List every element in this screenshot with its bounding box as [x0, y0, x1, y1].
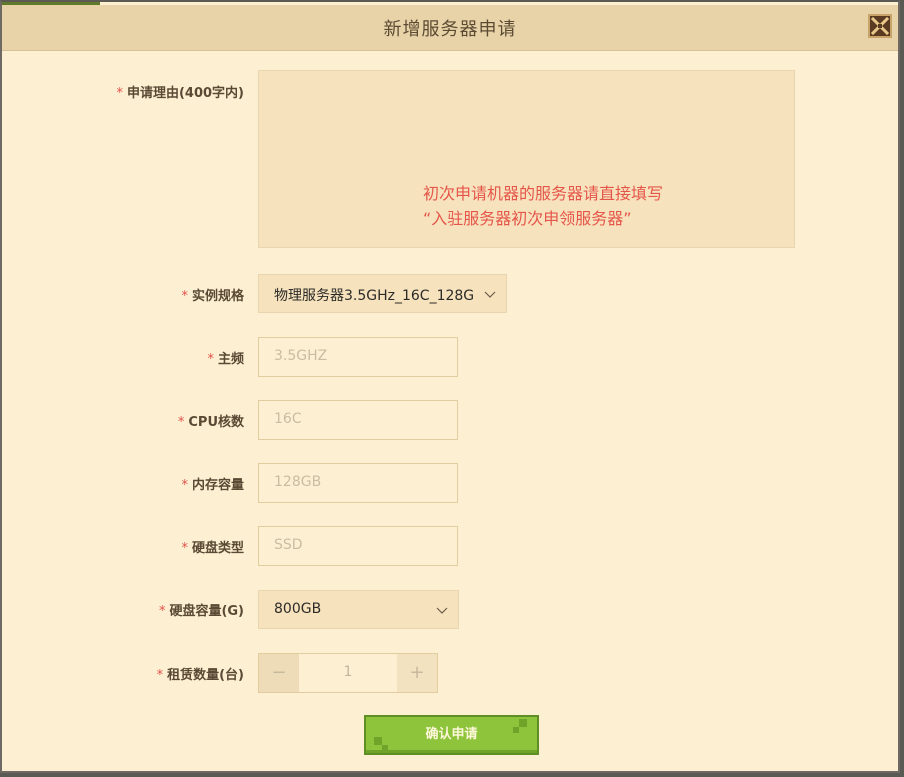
- decrement-button[interactable]: −: [259, 654, 299, 692]
- increment-button[interactable]: +: [397, 654, 437, 692]
- quantity-label: * 租赁数量(台): [156, 668, 244, 683]
- pixel-decoration: [382, 745, 388, 751]
- pixel-decoration: [513, 727, 519, 733]
- close-button[interactable]: [868, 14, 892, 38]
- pixel-decoration: [519, 719, 527, 727]
- disk-type-input[interactable]: SSD: [258, 526, 458, 566]
- dialog-titlebar: 新增服务器申请: [2, 5, 898, 51]
- required-mark: *: [116, 86, 123, 101]
- instance-spec-select[interactable]: 物理服务器3.5GHz_16C_128G: [258, 274, 507, 313]
- reason-hint: 初次申请机器的服务器请直接填写 “入驻服务器初次申领服务器”: [423, 184, 664, 228]
- quantity-value[interactable]: 1: [299, 664, 397, 680]
- disk-capacity-label: * 硬盘容量(G): [158, 604, 244, 619]
- frequency-input[interactable]: 3.5GHZ: [258, 337, 458, 377]
- chevron-down-icon: [436, 607, 448, 614]
- quantity-stepper: − 1 +: [258, 653, 438, 693]
- disk-type-label: * 硬盘类型: [181, 541, 244, 556]
- reason-textarea[interactable]: 初次申请机器的服务器请直接填写 “入驻服务器初次申领服务器”: [258, 70, 795, 248]
- submit-label: 确认申请: [425, 727, 478, 742]
- submit-button[interactable]: 确认申请: [364, 715, 539, 755]
- memory-label: * 内存容量: [181, 478, 244, 493]
- dialog-title: 新增服务器申请: [383, 19, 517, 40]
- instance-spec-label: * 实例规格: [181, 289, 244, 304]
- chevron-down-icon: [484, 291, 496, 298]
- dialog: 新增服务器申请 * 申请理由(400字内) 初次申请机器的服务器请直接填写 “入驻…: [0, 0, 900, 773]
- reason-label: * 申请理由(400字内): [116, 86, 244, 101]
- pixel-decoration: [374, 737, 382, 745]
- close-icon: [870, 16, 890, 36]
- frequency-label: * 主频: [207, 352, 244, 367]
- disk-capacity-select[interactable]: 800GB: [258, 590, 459, 629]
- memory-input[interactable]: 128GB: [258, 463, 458, 503]
- cpu-cores-input[interactable]: 16C: [258, 400, 458, 440]
- cpu-cores-label: * CPU核数: [177, 415, 244, 430]
